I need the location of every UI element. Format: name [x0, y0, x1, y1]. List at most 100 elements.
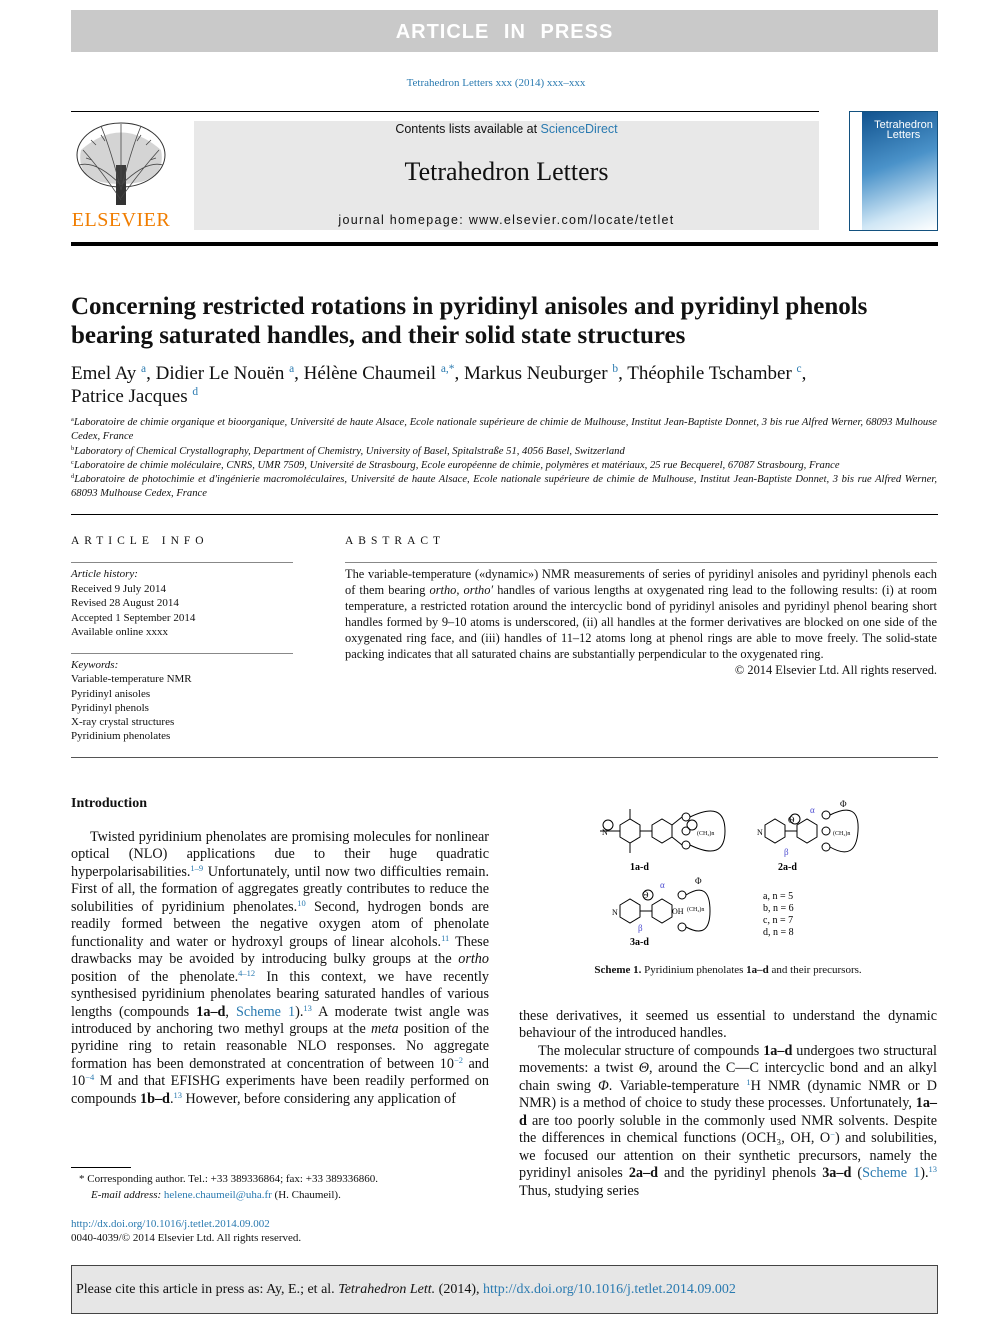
affiliation-text: Laboratoire de photochimie et d'ingénier… — [71, 474, 937, 500]
affiliation-marker[interactable]: c — [797, 363, 802, 375]
doi-link[interactable]: http://dx.doi.org/10.1016/j.tetlet.2014.… — [71, 1218, 270, 1230]
author[interactable]: Théophile Tschamber c — [627, 363, 801, 384]
abstract: The variable-temperature («dynamic») NMR… — [345, 566, 937, 678]
author-name[interactable]: Hélène Chaumeil — [304, 363, 436, 384]
reference-superscript[interactable]: 13 — [173, 1090, 182, 1100]
footnote-text: Corresponding author. Tel.: +33 38933686… — [84, 1173, 378, 1185]
affiliation-text: Laboratoire de chimie moléculaire, CNRS,… — [73, 459, 840, 471]
journal-homepage: journal homepage: www.elsevier.com/locat… — [194, 213, 819, 227]
history-item: Received 9 July 2014 — [71, 582, 167, 595]
article-info-heading: ARTICLE INFO — [71, 535, 209, 547]
affiliation-marker[interactable]: d — [192, 386, 198, 398]
alpha-label: α — [660, 880, 665, 890]
abstract-heading: ABSTRACT — [345, 535, 446, 547]
email-name: (H. Chaumeil). — [271, 1189, 341, 1201]
copyright: © 2014 Elsevier Ltd. All rights reserved… — [734, 663, 937, 677]
author[interactable]: Emel Ay a — [71, 363, 146, 384]
variant-label: d, n = 8 — [763, 927, 794, 938]
contents-prefix: Contents lists available at — [395, 122, 541, 136]
email-label: E-mail address: — [91, 1189, 164, 1201]
variant-label: b, n = 6 — [763, 903, 794, 914]
email-link[interactable]: helene.chaumeil@uha.fr — [164, 1189, 272, 1201]
affiliation-text: Laboratory of Chemical Crystallography, … — [74, 445, 625, 457]
text-run: ( — [851, 1165, 863, 1182]
body-column-left: Twisted pyridinium phenolates are promis… — [71, 829, 489, 1108]
keyword: Pyridinium phenolates — [71, 730, 171, 743]
body-column-right: these derivatives, it seemed us essentia… — [519, 1008, 937, 1200]
affiliation: cLaboratoire de chimie moléculaire, CNRS… — [71, 459, 937, 473]
paragraph: Twisted pyridinium phenolates are promis… — [71, 829, 489, 1108]
affiliation-marker[interactable]: b — [612, 363, 618, 375]
text-run: position of the phenolate. — [71, 968, 239, 985]
homepage-url[interactable]: www.elsevier.com/locate/tetlet — [469, 213, 675, 227]
compound-id: 3a–d — [822, 1165, 852, 1182]
affiliation: bLaboratory of Chemical Crystallography,… — [71, 445, 937, 459]
homepage-label: journal homepage: — [338, 213, 469, 227]
divider — [71, 562, 293, 563]
cite-journal: Tetrahedron Lett. — [338, 1282, 436, 1297]
theta-label: Θ — [642, 890, 649, 900]
history-item: Accepted 1 September 2014 — [71, 611, 196, 624]
tree-icon — [76, 122, 166, 205]
author-name[interactable]: Didier Le Nouën — [156, 363, 285, 384]
reference-superscript[interactable]: 1–9 — [190, 863, 203, 873]
chain-label: (CH₂)n — [833, 830, 850, 837]
reference-superscript[interactable]: 4–12 — [238, 968, 255, 978]
sciencedirect-link[interactable]: ScienceDirect — [541, 122, 618, 136]
affiliation-marker[interactable]: a,* — [441, 363, 455, 375]
history-label: Article history: — [71, 568, 138, 580]
keyword: Pyridinyl phenols — [71, 701, 149, 714]
author[interactable]: Didier Le Nouën a — [156, 363, 295, 384]
divider — [71, 242, 938, 246]
variant-label: a, n = 5 — [763, 891, 793, 902]
scheme-link[interactable]: Scheme 1 — [862, 1165, 920, 1181]
cite-doi-link[interactable]: http://dx.doi.org/10.1016/j.tetlet.2014.… — [483, 1282, 736, 1297]
reference-superscript[interactable]: 13 — [929, 1164, 938, 1174]
italic-term: meta — [370, 1020, 399, 1037]
author-name[interactable]: Emel Ay — [71, 363, 136, 384]
elsevier-logo: ELSEVIER — [71, 120, 171, 232]
journal-title: Tetrahedron Letters — [404, 157, 609, 186]
journal-header: Contents lists available at ScienceDirec… — [194, 121, 819, 230]
text-run: . Variable-temperature — [608, 1077, 747, 1094]
text-run: , — [456, 583, 464, 597]
n-atom: N — [602, 828, 608, 837]
journal-citation-link[interactable]: Tetrahedron Letters xxx (2014) xxx–xxx — [0, 77, 992, 89]
footnote-rule — [71, 1167, 131, 1168]
compound-id: 1a–d — [196, 1003, 226, 1020]
reference-superscript[interactable]: −4 — [85, 1072, 94, 1082]
paragraph: The molecular structure of compounds 1a–… — [519, 1043, 937, 1200]
author-name[interactable]: Théophile Tschamber — [627, 363, 792, 384]
author[interactable]: Patrice Jacques d — [71, 386, 198, 407]
compound-id: 2a–d — [628, 1165, 658, 1182]
text-run: these derivatives, it seemed us essentia… — [519, 1008, 937, 1042]
chain-label: (CH₂)n — [697, 830, 714, 837]
divider — [71, 514, 938, 515]
italic-term: ortho — [458, 951, 489, 968]
text-run: However, before considering any applicat… — [181, 1090, 457, 1107]
phi-label: Φ — [840, 799, 847, 809]
author[interactable]: Hélène Chaumeil a,* — [304, 363, 455, 384]
affiliation-text: Laboratoire de chimie organique et bioor… — [71, 417, 937, 443]
compound-id: 1a–d — [763, 1042, 793, 1059]
caption-label: Scheme 1. — [594, 964, 642, 976]
affiliation-marker[interactable]: a — [141, 363, 146, 375]
author-name[interactable]: Patrice Jacques — [71, 386, 188, 407]
text-run: Thus, studying series — [519, 1182, 640, 1199]
divider — [71, 653, 293, 654]
affiliation: aLaboratoire de chimie organique et bioo… — [71, 416, 937, 445]
footnote: * Corresponding author. Tel.: +33 389336… — [71, 1171, 491, 1203]
affiliation-marker[interactable]: a — [289, 363, 294, 375]
article-history: Article history: Received 9 July 2014 Rev… — [71, 567, 293, 640]
scheme-link[interactable]: Scheme 1 — [236, 1004, 295, 1020]
compound-label: 3a-d — [630, 937, 649, 948]
n-atom: N — [612, 908, 618, 917]
author[interactable]: Markus Neuburger b — [464, 363, 618, 384]
scheme-caption: Scheme 1. Pyridinium phenolates 1a–d and… — [519, 964, 937, 976]
reference-superscript[interactable]: 10 — [297, 898, 306, 908]
reference-superscript[interactable]: 13 — [303, 1002, 312, 1012]
keywords-label: Keywords: — [71, 659, 119, 671]
divider — [345, 562, 937, 563]
author-name[interactable]: Markus Neuburger — [464, 363, 608, 384]
reference-superscript[interactable]: −2 — [454, 1055, 463, 1065]
